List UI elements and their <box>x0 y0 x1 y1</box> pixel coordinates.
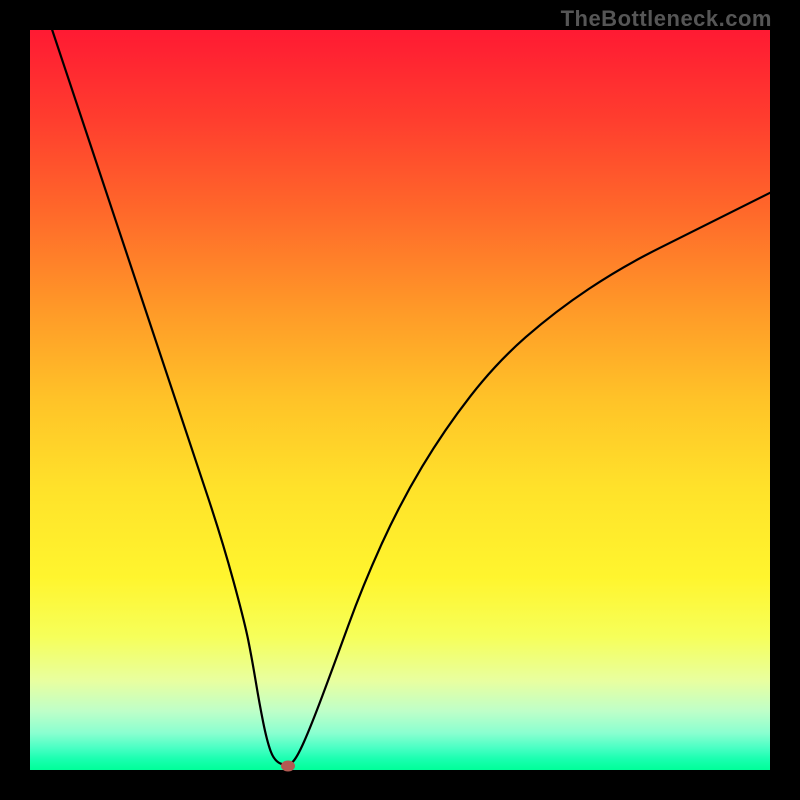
curve-svg <box>30 30 770 770</box>
chart-container: TheBottleneck.com <box>0 0 800 800</box>
attribution-text: TheBottleneck.com <box>561 6 772 32</box>
optimum-marker <box>281 760 295 771</box>
bottleneck-curve <box>52 30 770 765</box>
plot-area <box>30 30 770 770</box>
